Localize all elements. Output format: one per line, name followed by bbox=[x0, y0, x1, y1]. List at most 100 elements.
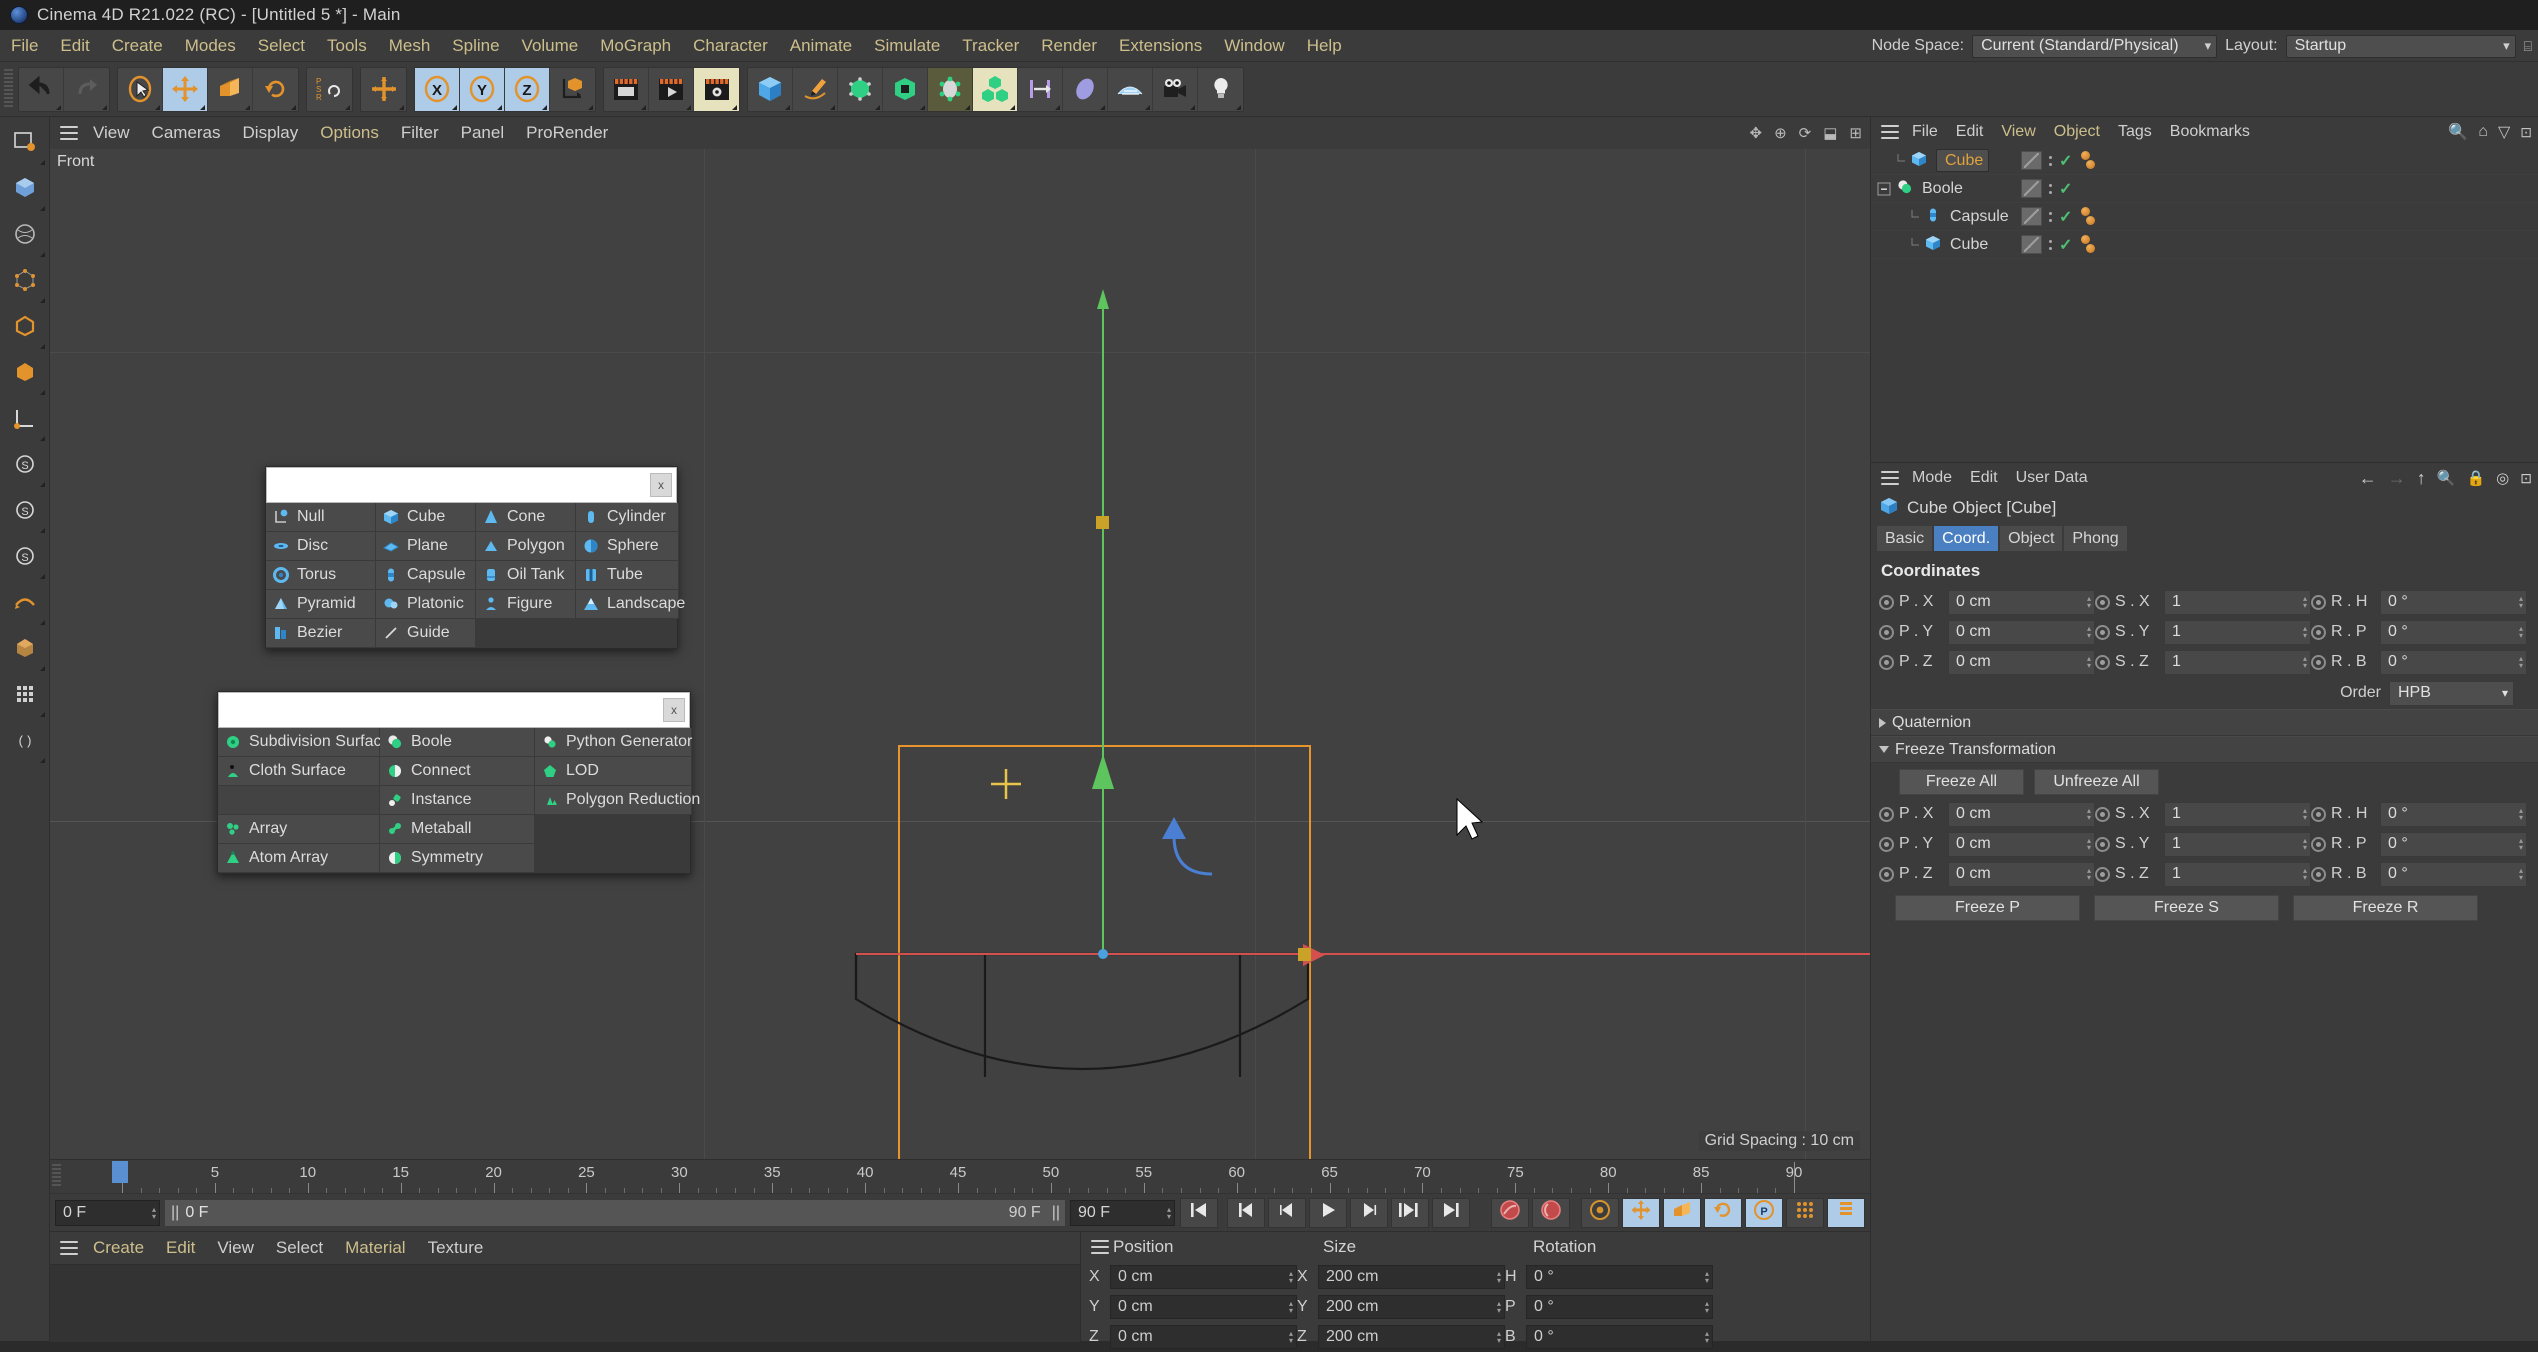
attr-menu-user-data[interactable]: User Data bbox=[2007, 469, 2097, 487]
material-menu-view[interactable]: View bbox=[206, 1238, 265, 1258]
freeze-all-button[interactable]: Freeze All bbox=[1899, 769, 2024, 795]
freeze-transformation-fold[interactable]: Freeze Transformation bbox=[1871, 736, 2538, 763]
attr-scale-field[interactable]: 1 ▴ ▾ bbox=[2164, 861, 2311, 887]
menu-file[interactable]: File bbox=[0, 30, 49, 62]
polygons-mode-button[interactable] bbox=[3, 351, 47, 397]
enabled-check-icon[interactable]: ✓ bbox=[2059, 235, 2072, 255]
record-active-objects-button[interactable] bbox=[1491, 1197, 1529, 1228]
enabled-check-icon[interactable]: ✓ bbox=[2059, 151, 2072, 171]
material-menu-edit[interactable]: Edit bbox=[155, 1238, 206, 1258]
material-menu-material[interactable]: Material bbox=[334, 1238, 416, 1258]
current-frame-field[interactable]: 0 F ▴ ▾ bbox=[55, 1199, 160, 1226]
hamburger-menu-icon[interactable] bbox=[56, 1235, 82, 1261]
spinner-icon[interactable]: ▴ ▾ bbox=[2519, 655, 2523, 670]
make-editable-button[interactable] bbox=[3, 121, 47, 167]
material-menu-texture[interactable]: Texture bbox=[417, 1238, 495, 1258]
viewport-solo-single-button[interactable]: S bbox=[3, 443, 47, 489]
snap-button[interactable] bbox=[3, 627, 47, 673]
menu-create[interactable]: Create bbox=[101, 30, 174, 62]
palette-item-landscape[interactable]: Landscape bbox=[576, 590, 685, 619]
object-menu-bookmarks[interactable]: Bookmarks bbox=[2161, 123, 2259, 141]
attr-position-field[interactable]: 0 cm ▴ ▾ bbox=[1948, 619, 2095, 645]
attr-rotation-field[interactable]: 0 ° ▴ ▾ bbox=[2380, 831, 2527, 857]
target-icon[interactable]: ◎ bbox=[2496, 469, 2509, 487]
menu-animate[interactable]: Animate bbox=[779, 30, 863, 62]
back-arrow-icon[interactable]: ← bbox=[2359, 468, 2377, 489]
palette-item-cloth-surface[interactable]: Cloth Surface bbox=[218, 757, 380, 786]
palette-item-guide[interactable]: Guide bbox=[376, 619, 476, 648]
lock-z-button[interactable]: Z bbox=[505, 67, 550, 111]
world-object-axis-button[interactable] bbox=[361, 68, 406, 111]
menu-tracker[interactable]: Tracker bbox=[951, 30, 1030, 62]
palette-item-atom-array[interactable]: Atom Array bbox=[218, 844, 380, 873]
palette-item-figure[interactable]: Figure bbox=[476, 590, 576, 619]
palette-item-metaball[interactable]: Metaball bbox=[380, 815, 535, 844]
forward-arrow-icon[interactable]: → bbox=[2388, 468, 2406, 489]
coord-position-field[interactable]: 0 cm ▴ ▾ bbox=[1110, 1325, 1297, 1349]
palette-item-oil-tank[interactable]: Oil Tank bbox=[476, 561, 576, 590]
attr-scale-field[interactable]: 1 ▴ ▾ bbox=[2164, 831, 2311, 857]
palette-item-null[interactable]: Null bbox=[266, 503, 376, 532]
palette-item-polygon[interactable]: Polygon bbox=[476, 532, 576, 561]
workplane-button[interactable] bbox=[3, 581, 47, 627]
spinner-icon[interactable]: ▴ ▾ bbox=[2087, 595, 2091, 610]
attr-rotation-radio[interactable] bbox=[2311, 654, 2326, 670]
palette-item-pyramid[interactable]: Pyramid bbox=[266, 590, 376, 619]
palette-item-torus[interactable]: Torus bbox=[266, 561, 376, 590]
attr-scale-radio[interactable] bbox=[2095, 866, 2110, 882]
attr-position-radio[interactable] bbox=[1879, 624, 1894, 640]
menu-extensions[interactable]: Extensions bbox=[1108, 30, 1213, 62]
add-camera-button[interactable] bbox=[1153, 67, 1198, 111]
menu-spline[interactable]: Spline bbox=[441, 30, 510, 62]
lock-icon[interactable]: 🔒 bbox=[2466, 469, 2485, 487]
psr-button[interactable]: PSR bbox=[307, 68, 352, 111]
attr-menu-mode[interactable]: Mode bbox=[1903, 469, 1961, 487]
scale-button[interactable] bbox=[208, 67, 253, 111]
coord-rotation-field[interactable]: 0 ° ▴ ▾ bbox=[1526, 1265, 1713, 1289]
keyframe-selection-button[interactable] bbox=[1581, 1197, 1619, 1228]
edges-mode-button[interactable] bbox=[3, 305, 47, 351]
texture-mode-button[interactable] bbox=[3, 213, 47, 259]
palette-item-disc[interactable]: Disc bbox=[266, 532, 376, 561]
object-row[interactable]: Capsule ✓ bbox=[1871, 203, 2538, 231]
attr-rotation-field[interactable]: 0 ° ▴ ▾ bbox=[2380, 619, 2527, 645]
palette-item-python-generator[interactable]: Python Generator bbox=[535, 728, 692, 757]
rotate-button[interactable] bbox=[253, 68, 298, 111]
viewport-menu-options[interactable]: Options bbox=[309, 123, 390, 143]
attr-menu-edit[interactable]: Edit bbox=[1961, 469, 2007, 487]
attr-position-field[interactable]: 0 cm ▴ ▾ bbox=[1948, 831, 2095, 857]
model-mode-button[interactable] bbox=[3, 167, 47, 213]
spinner-icon[interactable]: ▴ ▾ bbox=[2303, 837, 2307, 852]
object-menu-view[interactable]: View bbox=[1992, 123, 2044, 141]
palette-item-subdivision-surface[interactable]: Subdivision Surface bbox=[218, 728, 390, 757]
display-toggle-icon[interactable] bbox=[2021, 207, 2042, 226]
attr-position-radio[interactable] bbox=[1879, 594, 1894, 610]
phong-tag-icon[interactable] bbox=[2079, 234, 2097, 255]
object-palette-titlebar[interactable]: x bbox=[266, 467, 677, 503]
menu-mesh[interactable]: Mesh bbox=[378, 30, 442, 62]
timeline-playhead[interactable] bbox=[112, 1161, 128, 1183]
attr-rotation-radio[interactable] bbox=[2311, 624, 2326, 640]
menu-window[interactable]: Window bbox=[1213, 30, 1295, 62]
up-arrow-icon[interactable]: ↑ bbox=[2417, 468, 2426, 489]
spinner-icon[interactable]: ▴ ▾ bbox=[2519, 625, 2523, 640]
expander-minus-icon[interactable] bbox=[1871, 182, 1897, 196]
parameter-key-button[interactable]: P bbox=[1745, 1197, 1783, 1228]
menu-modes[interactable]: Modes bbox=[174, 30, 247, 62]
spinner-icon[interactable]: ▴ ▾ bbox=[2519, 867, 2523, 882]
attr-rotation-field[interactable]: 0 ° ▴ ▾ bbox=[2380, 801, 2527, 827]
attr-scale-field[interactable]: 1 ▴ ▾ bbox=[2164, 619, 2311, 645]
render-settings-button[interactable] bbox=[694, 67, 739, 111]
viewport[interactable]: Front x Null Disc Torus Pyramid Bezier Cube Pl… bbox=[50, 149, 1870, 1159]
spinner-icon[interactable]: ▴ ▾ bbox=[2519, 807, 2523, 822]
add-generator-button[interactable] bbox=[838, 67, 883, 111]
object-menu-file[interactable]: File bbox=[1903, 123, 1947, 141]
palette-item-plane[interactable]: Plane bbox=[376, 532, 476, 561]
lock-y-button[interactable]: Y bbox=[460, 67, 505, 111]
coord-position-field[interactable]: 0 cm ▴ ▾ bbox=[1110, 1295, 1297, 1319]
palette-item-cone[interactable]: Cone bbox=[476, 503, 576, 532]
autokeying-button[interactable] bbox=[1532, 1197, 1570, 1228]
end-frame-field[interactable]: 90 F ▴ ▾ bbox=[1070, 1199, 1175, 1226]
attr-position-field[interactable]: 0 cm ▴ ▾ bbox=[1948, 861, 2095, 887]
pan-icon[interactable]: ✥ bbox=[1750, 124, 1763, 142]
